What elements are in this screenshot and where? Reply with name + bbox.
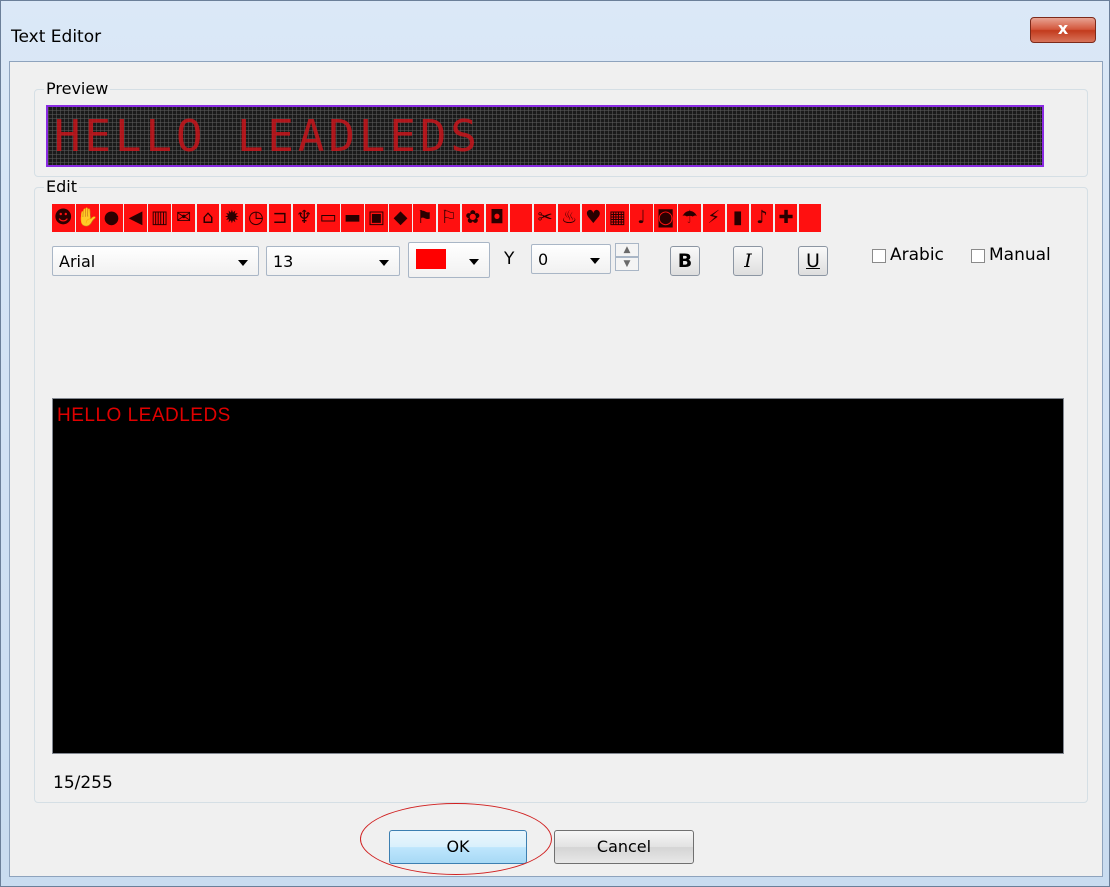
trash-icon[interactable]: ▥ xyxy=(148,204,171,232)
arabic-label: Arabic xyxy=(890,245,944,265)
cancel-button[interactable]: Cancel xyxy=(554,830,694,864)
bottle-icon[interactable]: ♨ xyxy=(557,204,581,232)
color-swatch xyxy=(416,249,446,269)
character-counter: 15/255 xyxy=(53,773,113,793)
signal-icon[interactable]: ▮ xyxy=(726,204,750,232)
size-select[interactable]: 13 xyxy=(266,246,400,276)
arabic-checkbox[interactable] xyxy=(872,249,886,263)
chevron-down-icon xyxy=(590,258,600,264)
bar-icon[interactable] xyxy=(798,204,822,232)
bag-icon[interactable]: ▣ xyxy=(365,204,388,232)
y-offset-select[interactable]: 0 xyxy=(531,244,611,274)
bold-button[interactable]: B xyxy=(670,246,700,276)
editor-text-content: HELLO LEADLEDS xyxy=(57,405,231,426)
window-title: Text Editor xyxy=(11,27,102,47)
spin-up-icon[interactable]: ▲ xyxy=(615,243,639,257)
ok-button[interactable]: OK xyxy=(389,830,527,864)
clock-icon[interactable]: ◷ xyxy=(244,204,268,232)
flower-icon[interactable]: ✿ xyxy=(461,204,485,232)
coffee-icon[interactable]: ◙ xyxy=(654,204,677,232)
font-select-value: Arial xyxy=(59,252,96,271)
edit-group-label: Edit xyxy=(44,177,79,196)
heart-icon[interactable]: ♥ xyxy=(582,204,605,232)
text-editor-window: Text Editor x Preview HELLO LEADLEDS Edi… xyxy=(0,0,1110,887)
bed-icon[interactable]: ▬ xyxy=(341,204,364,232)
led-preview-panel: HELLO LEADLEDS xyxy=(46,105,1044,167)
plus-icon[interactable]: ✚ xyxy=(774,204,798,232)
sun-icon[interactable]: ✹ xyxy=(220,204,244,232)
manual-checkbox[interactable] xyxy=(971,249,985,263)
smiley-icon[interactable]: ☻ xyxy=(52,204,75,232)
manual-label: Manual xyxy=(989,245,1051,265)
y-label: Y xyxy=(504,249,515,269)
text-edit-area[interactable]: HELLO LEADLEDS xyxy=(52,398,1064,754)
led-preview-text: HELLO LEADLEDS xyxy=(54,111,481,162)
chair-icon[interactable]: ⊐ xyxy=(268,204,292,232)
runner-icon[interactable]: ⚑ xyxy=(413,204,436,232)
apple2-icon[interactable]: ◆ xyxy=(389,204,412,232)
speaker-icon[interactable]: ◀ xyxy=(124,204,147,232)
umbrella-icon[interactable]: ☂ xyxy=(678,204,701,232)
gift-icon[interactable]: ◘ xyxy=(485,204,509,232)
note-icon[interactable]: ♩ xyxy=(630,204,653,232)
preview-group-label: Preview xyxy=(44,79,111,98)
italic-button[interactable]: I xyxy=(733,246,763,276)
underline-button[interactable]: U xyxy=(798,246,828,276)
y-offset-value: 0 xyxy=(538,250,549,269)
hand-icon[interactable]: ✋ xyxy=(76,204,99,232)
monitor-icon[interactable]: ▭ xyxy=(317,204,340,232)
house-icon[interactable]: ⌂ xyxy=(196,204,220,232)
chevron-down-icon xyxy=(469,259,479,265)
blank-icon[interactable] xyxy=(509,204,533,232)
size-select-value: 13 xyxy=(273,252,294,271)
chevron-down-icon xyxy=(379,260,389,266)
scissors-icon[interactable]: ✂ xyxy=(533,204,557,232)
symbol-icon-strip: ☻ ✋ ● ◀ ▥ ✉ ⌂ ✹ ◷ ⊐ ♆ ▭ ▬ ▣ ◆ ⚑ ⚐ ✿ ◘ ✂ ♨ ♥ ▦ ♩ ◙ ☂ ⚡ ▮ ♪ ✚ xyxy=(52,204,823,232)
runner2-icon[interactable]: ⚐ xyxy=(437,204,460,232)
mail-icon[interactable]: ✉ xyxy=(172,204,195,232)
music-icon[interactable]: ♪ xyxy=(750,204,774,232)
font-select[interactable]: Arial xyxy=(52,246,259,276)
lightning-icon[interactable]: ⚡ xyxy=(702,204,726,232)
color-select[interactable] xyxy=(408,242,490,278)
apple-icon[interactable]: ● xyxy=(100,204,123,232)
close-button[interactable]: x xyxy=(1030,17,1096,43)
chevron-down-icon xyxy=(238,260,248,266)
y-offset-spinner[interactable]: ▲ ▼ xyxy=(615,243,639,273)
cake-icon[interactable]: ▦ xyxy=(606,204,629,232)
trophy-icon[interactable]: ♆ xyxy=(292,204,316,232)
spin-down-icon[interactable]: ▼ xyxy=(615,257,639,271)
